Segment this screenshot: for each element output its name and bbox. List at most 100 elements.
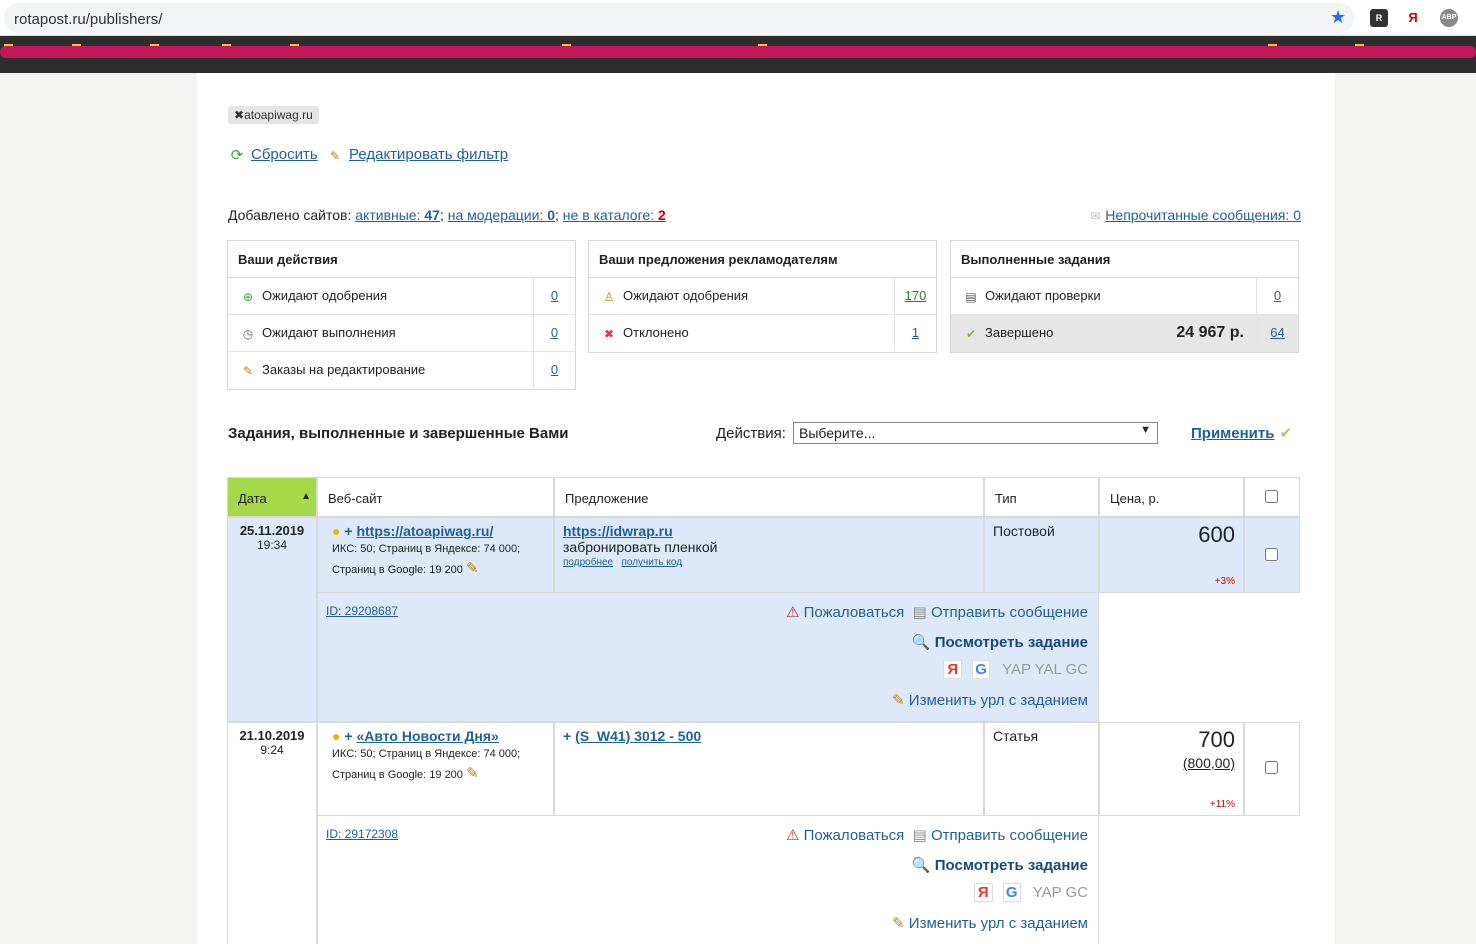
not-in-catalog-link[interactable]: не в каталоге: 2: [563, 207, 666, 223]
view-task-link[interactable]: 🔍 Посмотреть задание: [912, 856, 1088, 874]
task-time: 9:24: [260, 743, 284, 757]
pencil-icon: ✎: [242, 363, 254, 378]
row-checkbox[interactable]: [1265, 548, 1278, 561]
plus-icon[interactable]: +: [344, 523, 352, 539]
row-value-link[interactable]: 0: [551, 362, 558, 377]
edit-filter-link[interactable]: ✎ Редактировать фильтр: [327, 146, 508, 164]
plus-icon[interactable]: +: [563, 728, 571, 744]
task-id-link[interactable]: ID: 29208687: [326, 604, 398, 618]
reset-link[interactable]: ⟳ Сбросить: [229, 146, 318, 164]
header-offer: Предложение: [554, 477, 984, 517]
panel-row: ✖ Отклонено 1: [589, 315, 936, 352]
adblock-extension-icon[interactable]: ABP: [1440, 9, 1458, 27]
row-label: Заказы на редактирование: [262, 362, 426, 377]
row-label: Ожидают одобрения: [623, 288, 749, 303]
sites-summary: Добавлено сайтов: активные: 47; на модер…: [228, 207, 666, 223]
select-all-checkbox[interactable]: [1265, 490, 1278, 503]
change-url-label: Изменить урл с заданием: [908, 915, 1088, 932]
offer-link[interactable]: https://idwrap.ru: [563, 523, 673, 539]
actions-panel: Ваши действия ⊕ Ожидают одобрения 0 ◷ Ожида…: [227, 240, 576, 390]
unread-messages-link[interactable]: ✉ Непрочитанные сообщения: 0: [1087, 207, 1301, 224]
chevron-down-icon: ▼: [1140, 424, 1151, 436]
row-value-link[interactable]: 1: [912, 325, 919, 340]
checkbox-cell: [1244, 517, 1300, 593]
url-field[interactable]: rotapost.ru/publishers/ ★: [4, 3, 1354, 33]
offer-cell: https://idwrap.ru забронировать пленкой …: [554, 517, 984, 593]
actions-select[interactable]: Выберите... ▼: [793, 422, 1158, 444]
active-sites-link[interactable]: активные: 47: [355, 207, 440, 223]
site-link[interactable]: https://atoapiwag.ru/: [356, 523, 493, 539]
type-cell: Статья: [984, 722, 1099, 816]
magnifier-icon: 🔍: [911, 857, 931, 874]
task-time: 19:34: [256, 538, 288, 552]
pencil-icon: ✎: [892, 915, 905, 932]
row-value-link[interactable]: 170: [905, 288, 927, 303]
more-link[interactable]: подробнее: [563, 557, 613, 568]
row-label: Ожидают одобрения: [262, 288, 388, 303]
user-add-icon: ♙: [603, 289, 615, 304]
panel-row: ▤ Ожидают проверки 0: [951, 278, 1298, 315]
bulb-icon: ●: [332, 523, 341, 539]
row-value-link[interactable]: 0: [1274, 288, 1281, 303]
close-icon[interactable]: ✖: [234, 108, 244, 122]
send-message-link[interactable]: ▤ Отправить сообщение: [913, 827, 1088, 844]
clock-icon: ◷: [242, 326, 254, 341]
price-percent: +3%: [1214, 576, 1235, 587]
complain-link[interactable]: ⚠ Пожаловаться: [786, 604, 904, 621]
bookmark-star-icon[interactable]: ★: [1330, 7, 1346, 28]
get-code-link[interactable]: получить код: [621, 557, 682, 568]
url-text: rotapost.ru/publishers/: [14, 11, 163, 28]
pencil-icon[interactable]: ✎: [466, 560, 479, 577]
site-google-stats: Страниц в Google: 19 200: [332, 564, 463, 576]
cross-icon: ✖: [603, 326, 615, 341]
moderation-label: на модерации:: [447, 207, 544, 223]
monitor-icon: ▤: [965, 289, 977, 304]
extension-r-icon[interactable]: R: [1370, 9, 1388, 27]
warning-icon: ⚠: [785, 604, 800, 621]
view-task-link[interactable]: 🔍 Посмотреть задание: [912, 633, 1088, 651]
header-date[interactable]: Дата ▲: [227, 477, 317, 517]
row-label: Ожидают выполнения: [262, 325, 396, 340]
document-icon: ▤: [912, 604, 927, 621]
separator: ;: [555, 207, 559, 223]
task-id-link[interactable]: ID: 29172308: [326, 827, 398, 841]
site-google-stats: Страниц в Google: 19 200: [332, 769, 463, 781]
plus-circle-icon: ⊕: [242, 289, 254, 304]
complain-label: Пожаловаться: [803, 604, 905, 621]
plus-icon[interactable]: +: [344, 728, 352, 744]
bulb-icon: ●: [332, 728, 341, 744]
document-icon: ▤: [912, 827, 927, 844]
filter-tag[interactable]: ✖atoapiwag.ru: [228, 106, 319, 124]
date-cell: 21.10.2019 9:24: [227, 722, 317, 944]
offer-link[interactable]: (S_W41) 3012 - 500: [575, 728, 701, 744]
apply-button[interactable]: Применить ✔: [1191, 424, 1292, 442]
reset-label: Сбросить: [251, 146, 318, 163]
site-link[interactable]: «Авто Новости Дня»: [356, 728, 498, 744]
row-value-link[interactable]: 0: [551, 325, 558, 340]
price-percent: +11%: [1209, 799, 1235, 810]
row-label: Отклонено: [623, 325, 689, 340]
complain-link[interactable]: ⚠ Пожаловаться: [786, 827, 904, 844]
active-count: 47: [424, 207, 440, 223]
select-value: Выберите...: [799, 425, 876, 441]
pencil-icon[interactable]: ✎: [466, 765, 479, 782]
pencil-icon: ✎: [892, 692, 905, 709]
row-value-link[interactable]: 64: [1270, 325, 1284, 340]
change-url-link[interactable]: ✎ Изменить урл с заданием: [892, 691, 1088, 709]
row-value-link[interactable]: 0: [551, 288, 558, 303]
panel-title: Ваши предложения рекламодателям: [589, 241, 936, 278]
google-icon: G: [972, 660, 990, 679]
price-value: 600: [1198, 522, 1235, 547]
send-message-link[interactable]: ▤ Отправить сообщение: [913, 604, 1088, 621]
completed-panel: Выполненные задания ▤ Ожидают проверки 0 ✔…: [950, 240, 1299, 353]
header-website: Веб-сайт: [317, 477, 554, 517]
filter-tag-label: atoapiwag.ru: [244, 108, 313, 122]
yandex-extension-icon[interactable]: Я: [1404, 9, 1422, 27]
not-catalog-count: 2: [657, 207, 666, 223]
moderation-sites-link[interactable]: на модерации: 0: [448, 207, 555, 223]
warning-icon: ⚠: [785, 827, 800, 844]
change-url-link[interactable]: ✎ Изменить урл с заданием: [892, 914, 1088, 932]
bookmarks-bar: [0, 36, 1476, 73]
row-checkbox[interactable]: [1265, 761, 1278, 774]
type-cell: Постовой: [984, 517, 1099, 593]
